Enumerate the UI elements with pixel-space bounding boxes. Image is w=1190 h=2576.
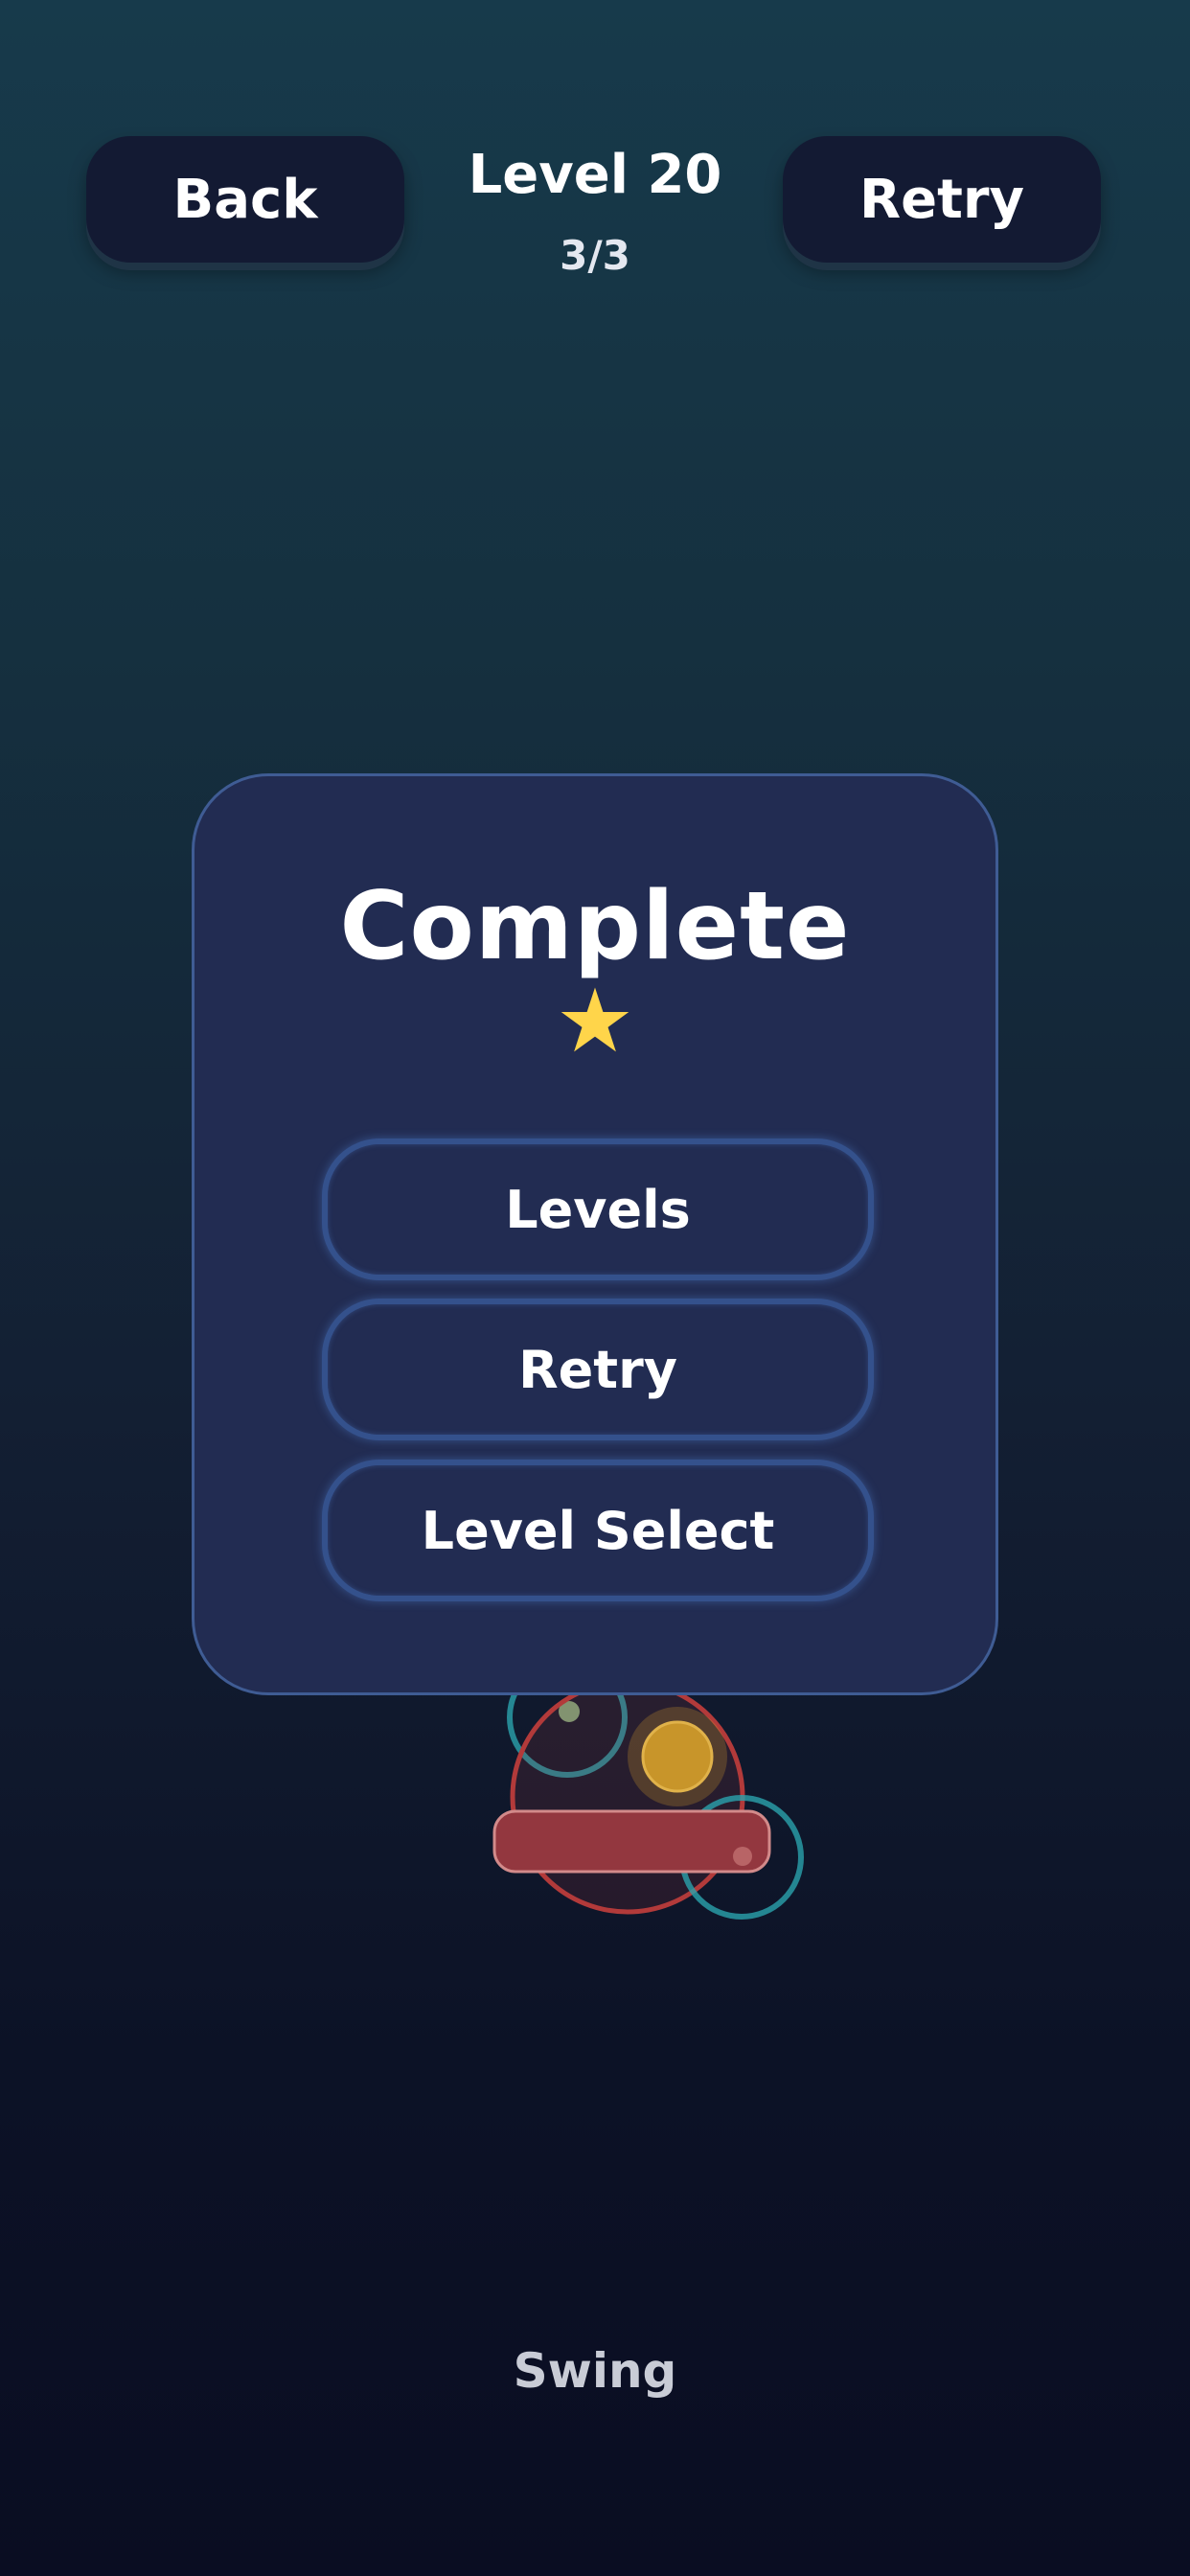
red-platform bbox=[492, 1809, 771, 1874]
dialog-title: Complete bbox=[339, 872, 851, 981]
level-select-button[interactable]: Level Select bbox=[322, 1460, 874, 1601]
complete-dialog: Complete ★ Levels Retry Level Select bbox=[192, 773, 998, 1695]
control-hint: Swing bbox=[513, 2343, 677, 2399]
levels-button[interactable]: Levels bbox=[322, 1138, 874, 1280]
star-icon: ★ bbox=[555, 970, 635, 1072]
ball bbox=[641, 1720, 714, 1793]
dialog-retry-button[interactable]: Retry bbox=[322, 1299, 874, 1440]
red-ring bbox=[510, 1679, 745, 1915]
small-dot bbox=[733, 1847, 752, 1866]
